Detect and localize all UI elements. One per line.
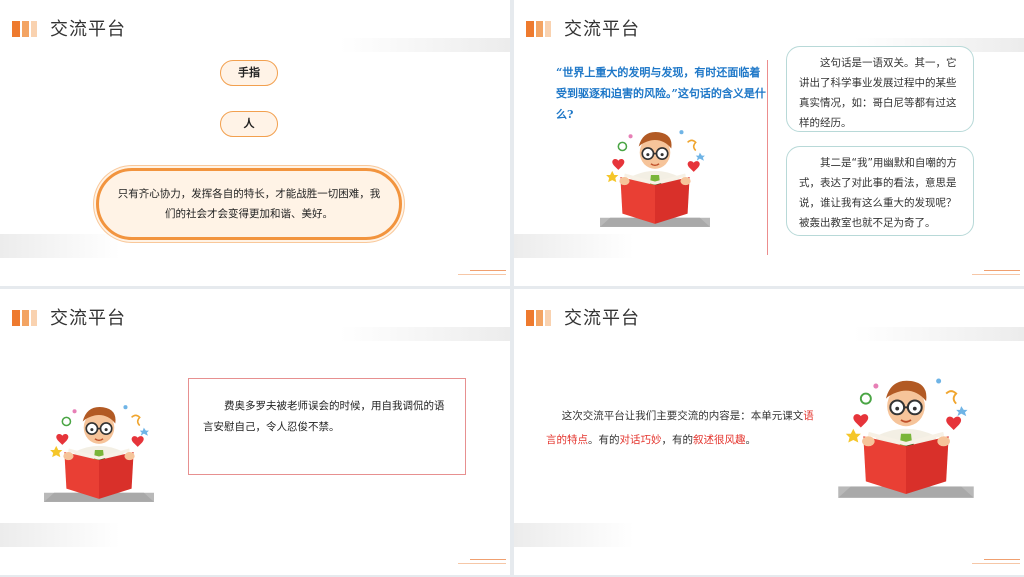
- summary-text: 只有齐心协力，发挥各自的特长，才能战胜一切困难，我们的社会才会变得更加和谐、美好…: [117, 188, 381, 220]
- answer-bubble-2: 其二是“我”用幽默和自嘲的方式，表达了对此事的看法，意思是说，谁让我有这么重大的…: [786, 146, 974, 236]
- panel-title: 交流平台: [50, 308, 126, 329]
- summary-text-c: ，有的: [661, 434, 694, 446]
- title-marker-icon: [12, 310, 42, 326]
- summary-cloud: 只有齐心协力，发挥各自的特长，才能战胜一切困难，我们的社会才会变得更加和谐、美好…: [96, 168, 402, 240]
- slide-panel-1[interactable]: 交流平台 手指 人 只有齐心协力，发挥各自的特长，才能战胜一切困难，我们的社会才…: [0, 0, 510, 286]
- footer-lines: [458, 559, 506, 565]
- speech-box: 费奥多罗夫被老师误会的时候，用自我调侃的语言安慰自己，令人忍俊不禁。: [188, 378, 466, 475]
- panel-title: 交流平台: [564, 308, 640, 329]
- footer-gradient: [0, 523, 120, 547]
- summary-text-b: 。有的: [588, 434, 620, 446]
- footer-gradient: [514, 523, 634, 547]
- divider-line: [767, 60, 768, 255]
- highlight-clever-dialogue: 对话巧妙: [619, 434, 662, 446]
- summary-text-d: 。: [745, 434, 757, 446]
- slide-panel-3[interactable]: 交流平台 费奥多罗夫被老师误会的时候，用自我调侃的语言安慰自己，令人忍俊不禁。: [0, 289, 510, 575]
- boy-reading-book-icon: [44, 403, 154, 503]
- footer-gradient: [0, 234, 120, 258]
- header-divider: [340, 327, 510, 341]
- keyword-pill-person: 人: [220, 111, 278, 137]
- boy-reading-book-icon: [838, 376, 974, 499]
- keyword-pill-finger: 手指: [220, 60, 278, 86]
- footer-lines: [972, 270, 1020, 276]
- title-marker-icon: [526, 310, 556, 326]
- question-text: “世界上重大的发明与发现，有时还面临着受到驱逐和迫害的风险。”这句话的含义是什么…: [556, 66, 766, 121]
- boy-reading-book-icon: [600, 128, 710, 228]
- panel-title: 交流平台: [564, 19, 640, 40]
- footer-gradient: [514, 234, 634, 258]
- slide-panel-4[interactable]: 交流平台 这次交流平台让我们主要交流的内容是：本单元课文语言的特点。有的对话巧妙…: [514, 289, 1024, 575]
- header-divider: [854, 327, 1024, 341]
- title-marker-icon: [12, 21, 42, 37]
- slide-panel-2[interactable]: 交流平台 “世界上重大的发明与发现，有时还面临着受到驱逐和迫害的风险。”这句话的…: [514, 0, 1024, 286]
- footer-lines: [972, 559, 1020, 565]
- summary-text-a: 这次交流平台让我们主要交流的内容是：本单元课文: [561, 410, 804, 422]
- answer-bubble-1: 这句话是一语双关。其一，它讲出了科学事业发展过程中的某些真实情况，如：哥白尼等都…: [786, 46, 974, 132]
- title-marker-icon: [526, 21, 556, 37]
- footer-lines: [458, 270, 506, 276]
- summary-paragraph: 这次交流平台让我们主要交流的内容是：本单元课文语言的特点。有的对话巧妙，有的叙述…: [546, 404, 816, 452]
- header-divider: [340, 38, 510, 52]
- panel-title: 交流平台: [50, 19, 126, 40]
- highlight-humorous-narration: 叙述很风趣: [693, 434, 746, 446]
